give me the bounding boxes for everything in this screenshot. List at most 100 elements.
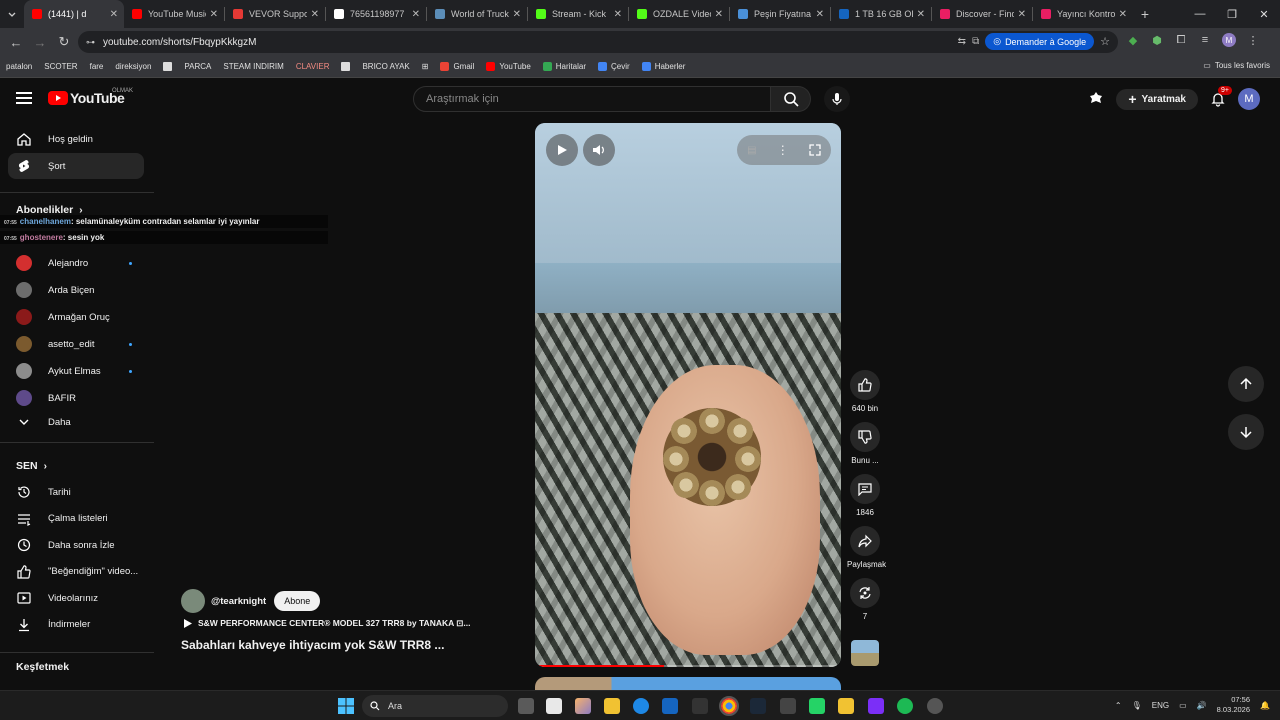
restore-icon[interactable]: ❐ xyxy=(1216,0,1248,28)
short-title[interactable]: Sabahları kahveye ihtiyacım yok S&W TRR8… xyxy=(181,638,444,652)
profile-avatar[interactable]: M xyxy=(1221,32,1237,48)
close-tab-icon[interactable]: ✕ xyxy=(1018,9,1026,20)
all-bookmarks[interactable]: ▭ Tous les favoris xyxy=(1203,61,1270,70)
edge-icon[interactable] xyxy=(633,698,649,714)
fullscreen-icon[interactable] xyxy=(809,144,821,156)
close-tab-icon[interactable]: ✕ xyxy=(311,9,319,20)
chrome-icon[interactable] xyxy=(719,696,739,716)
sidebar-subscription-item[interactable]: Armağan Oruç xyxy=(8,304,144,330)
sidebar-you-item[interactable]: Tarihi xyxy=(8,479,144,505)
close-tab-icon[interactable]: ✕ xyxy=(917,9,925,20)
share-icon[interactable] xyxy=(850,526,880,556)
url-text[interactable]: youtube.com/shorts/FbqypKkkgzM xyxy=(103,37,256,48)
dislike-icon[interactable] xyxy=(850,422,880,452)
sidebar-show-more[interactable]: Daha xyxy=(8,409,144,435)
copilot-icon[interactable] xyxy=(575,698,591,714)
voice-search-button[interactable] xyxy=(824,86,850,112)
short-video-player[interactable]: ▤ ⋮ xyxy=(535,123,841,667)
notifications-button[interactable]: 9+ xyxy=(1210,86,1232,107)
close-tab-icon[interactable]: ✕ xyxy=(110,9,118,20)
browser-tab[interactable]: (1441) | d ✕ xyxy=(24,0,124,28)
bookmark-item[interactable]: STEAM INDIRIM xyxy=(217,62,289,71)
site-info-icon[interactable]: ⊶ xyxy=(86,37,95,48)
next-short-preview[interactable] xyxy=(535,677,841,691)
sidebar-you-item[interactable]: Daha sonra İzle xyxy=(8,532,144,558)
bookmark-item[interactable]: YouTube xyxy=(480,62,536,71)
sidebar-subscription-item[interactable]: asetto_edit xyxy=(8,331,144,357)
song-link[interactable]: S&W PERFORMANCE CENTER® MODEL 327 TRR8 b… xyxy=(183,618,471,629)
bookmark-item[interactable]: patalon xyxy=(0,62,38,71)
bookmark-item[interactable]: BRICO AYAK xyxy=(356,62,415,71)
app-icon[interactable] xyxy=(780,698,796,714)
close-tab-icon[interactable]: ✕ xyxy=(715,9,723,20)
install-app-icon[interactable]: ⧉ xyxy=(972,36,979,47)
bookmark-item[interactable]: Haritalar xyxy=(537,62,592,71)
captions-icon[interactable]: ▤ xyxy=(747,145,756,156)
apps-grid-icon[interactable]: ⊞ xyxy=(416,62,435,71)
play-button[interactable] xyxy=(546,134,578,166)
whatsapp-icon[interactable] xyxy=(809,698,825,714)
clock[interactable]: 07:56 8.03.2026 xyxy=(1217,695,1250,715)
previous-short-button[interactable] xyxy=(1228,366,1264,402)
video-progress-bar[interactable] xyxy=(539,665,837,667)
close-tab-icon[interactable]: ✕ xyxy=(614,9,622,20)
like-icon[interactable] xyxy=(850,370,880,400)
comment-icon[interactable] xyxy=(850,474,880,504)
sidebar-you-item[interactable]: Çalma listeleri xyxy=(8,506,144,532)
bookmark-item[interactable]: direksiyon xyxy=(109,62,157,71)
minimize-icon[interactable]: — xyxy=(1184,0,1216,28)
browser-tab[interactable]: 1 TB 16 GB OE ✕ xyxy=(831,0,931,28)
chevron-up-icon[interactable]: ⌃ xyxy=(1115,701,1122,710)
sidebar-item-shorts[interactable]: Şort xyxy=(8,153,144,179)
reload-icon[interactable]: ↻ xyxy=(52,30,76,54)
bookmark-item[interactable]: Haberler xyxy=(636,62,692,71)
bookmark-item[interactable]: PARCA xyxy=(178,62,217,71)
next-short-button[interactable] xyxy=(1228,414,1264,450)
search-button[interactable] xyxy=(771,86,811,112)
outlook-icon[interactable] xyxy=(662,698,678,714)
sidebar-subscription-item[interactable]: Alejandro xyxy=(8,250,144,276)
bookmark-item[interactable] xyxy=(335,62,356,71)
premium-icon[interactable] xyxy=(1088,91,1104,107)
bookmark-item[interactable]: Çevir xyxy=(592,62,636,71)
short-action[interactable]: Paylaşmak xyxy=(847,526,886,569)
browser-tab[interactable]: 76561198977 ✕ xyxy=(326,0,426,28)
sidebar-you-item[interactable]: İndirmeler xyxy=(8,612,144,638)
file-explorer-icon[interactable] xyxy=(604,698,620,714)
sidebar-subscription-item[interactable]: BAFIR xyxy=(8,385,144,411)
browser-tab[interactable]: OZDALE Video ✕ xyxy=(629,0,729,28)
translate-icon[interactable]: ⇆ xyxy=(958,36,966,47)
channel-avatar[interactable] xyxy=(181,589,205,613)
back-icon[interactable]: ← xyxy=(4,30,28,54)
steam-icon[interactable] xyxy=(750,698,766,714)
start-icon[interactable] xyxy=(338,698,354,714)
bookmark-item[interactable]: SCOTER xyxy=(38,62,83,71)
create-button[interactable]: + Yaratmak xyxy=(1116,88,1198,110)
channel-name[interactable]: @tearknight xyxy=(211,596,266,607)
you-heading[interactable]: SEN › xyxy=(16,460,47,472)
account-avatar[interactable]: M xyxy=(1238,88,1260,110)
notifications-icon[interactable]: 🔔 xyxy=(1260,701,1270,710)
task-view-icon[interactable] xyxy=(518,698,534,714)
browser-menu-icon[interactable]: ⋮ xyxy=(1245,32,1261,48)
close-window-icon[interactable]: ✕ xyxy=(1248,0,1280,28)
address-bar[interactable]: ⊶ youtube.com/shorts/FbqypKkkgzM ⇆ ⧉ ◎ D… xyxy=(78,31,1118,53)
sidebar-you-item[interactable]: Videolarınız xyxy=(8,585,144,611)
bookmark-item[interactable]: CLAVIER xyxy=(290,62,336,71)
sidebar-item-home[interactable]: Hoş geldin xyxy=(8,126,144,152)
app-icon[interactable] xyxy=(838,698,854,714)
menu-icon[interactable] xyxy=(16,92,32,104)
extension-icon[interactable]: ◆ xyxy=(1125,32,1141,48)
bookmark-star-icon[interactable]: ☆ xyxy=(1100,35,1110,48)
mic-icon[interactable]: 🎙 xyxy=(1132,701,1142,710)
close-tab-icon[interactable]: ✕ xyxy=(1119,9,1127,20)
short-action[interactable]: 640 bin xyxy=(847,370,883,413)
short-action[interactable]: 1846 xyxy=(847,474,883,517)
browser-tab[interactable]: Yayıncı Kontrol ✕ xyxy=(1033,0,1133,28)
sound-thumbnail[interactable] xyxy=(851,640,879,666)
short-action[interactable]: Bunu ... xyxy=(847,422,883,465)
close-tab-icon[interactable]: ✕ xyxy=(513,9,521,20)
volume-icon[interactable]: 🔊 xyxy=(1197,701,1207,710)
app-icon[interactable] xyxy=(868,698,884,714)
ask-google-button[interactable]: ◎ Demander à Google xyxy=(985,33,1095,50)
